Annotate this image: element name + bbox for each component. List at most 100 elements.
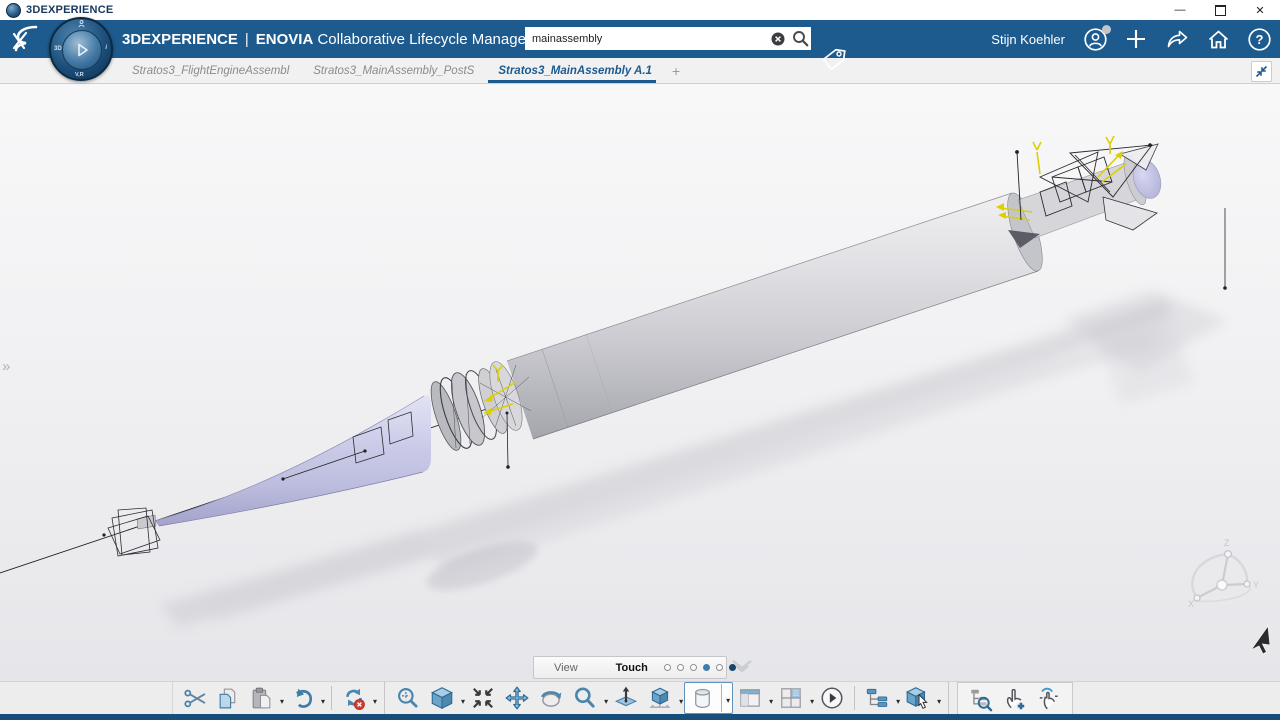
window-controls: — ✕ xyxy=(1160,0,1280,20)
pager-dot[interactable] xyxy=(729,664,736,671)
ground-shadow-dropdown-caret[interactable]: ▾ xyxy=(679,697,683,706)
3d-viewport[interactable]: » xyxy=(0,84,1280,681)
view-triad-widget[interactable]: X Y Z xyxy=(1188,538,1259,609)
pager-dot[interactable] xyxy=(716,664,723,671)
window-layout-button[interactable] xyxy=(734,684,766,712)
share-button[interactable] xyxy=(1164,26,1190,52)
nose-cone[interactable] xyxy=(137,395,431,529)
search-icon[interactable] xyxy=(789,27,811,50)
separator xyxy=(721,684,722,712)
iso-view-button[interactable] xyxy=(426,684,458,712)
render-style-selected-group: ▾ xyxy=(684,682,733,714)
paste-dropdown-caret[interactable]: ▾ xyxy=(280,697,284,706)
compass-north-icon[interactable] xyxy=(78,20,85,30)
minimize-button[interactable]: — xyxy=(1160,0,1200,20)
update-button[interactable] xyxy=(338,684,370,712)
touch-mode-label[interactable]: Touch xyxy=(616,662,648,674)
search-box xyxy=(525,27,811,50)
clear-search-icon[interactable] xyxy=(767,27,789,50)
tab-main-assembly-post[interactable]: Stratos3_MainAssembly_PostS xyxy=(301,58,486,83)
copy-button[interactable] xyxy=(213,684,244,712)
rocket-3d-model[interactable]: X Y Z xyxy=(0,84,1280,681)
separator xyxy=(331,686,332,710)
zoom-dropdown-caret[interactable]: ▾ xyxy=(604,697,608,706)
pager-dot[interactable] xyxy=(703,664,710,671)
undo-button[interactable] xyxy=(286,684,318,712)
rotate-button[interactable] xyxy=(535,684,567,712)
add-content-button[interactable] xyxy=(1123,26,1149,52)
zoom-area-button[interactable] xyxy=(392,684,424,712)
application-window: 3DEXPERIENCE — ✕ 3DEXPERIENCE | ENOVIA Col… xyxy=(0,0,1280,720)
toolbar-view-group: ▾ ▾ ▾ xyxy=(385,682,949,714)
toolbar-touch-group xyxy=(957,682,1073,714)
pager-dot[interactable] xyxy=(677,664,684,671)
product-name: ENOVIA xyxy=(256,31,314,48)
compass-east-label[interactable]: i xyxy=(105,45,107,51)
paste-button[interactable] xyxy=(246,684,277,712)
window-title: 3DEXPERIENCE xyxy=(26,4,113,16)
compass-west-label[interactable]: 3D xyxy=(54,46,62,52)
bottom-accent-strip xyxy=(0,713,1280,720)
new-tab-button[interactable]: + xyxy=(664,58,688,83)
more-commands-button[interactable] xyxy=(816,684,848,712)
pager-dot[interactable] xyxy=(690,664,697,671)
expand-tree-dropdown-caret[interactable]: ▾ xyxy=(896,697,900,706)
dassault-3ds-logo-icon[interactable] xyxy=(8,24,50,54)
notification-badge xyxy=(1102,25,1111,34)
tab-main-assembly-active[interactable]: Stratos3_MainAssembly A.1 xyxy=(486,58,664,83)
undo-dropdown-caret[interactable]: ▾ xyxy=(321,697,325,706)
app-title: 3DEXPERIENCE | ENOVIA Collaborative Lifecy… xyxy=(122,31,559,48)
expand-tree-button[interactable] xyxy=(861,684,893,712)
home-button[interactable] xyxy=(1205,26,1231,52)
touch-gestures-button[interactable] xyxy=(1033,685,1065,713)
select-in-3d-dropdown-caret[interactable]: ▾ xyxy=(937,697,941,706)
render-style-button[interactable] xyxy=(687,684,718,712)
action-toolbar: ▾ ▾ ▾ ▾ xyxy=(0,681,1280,714)
update-dropdown-caret[interactable]: ▾ xyxy=(373,697,377,706)
separator xyxy=(854,686,855,710)
content-tab-bar: Stratos3_FlightEngineAssembl Stratos3_Ma… xyxy=(0,58,1280,84)
window-layout-dropdown-caret[interactable]: ▾ xyxy=(769,697,773,706)
ground-shadow-button[interactable] xyxy=(644,684,676,712)
add-touch-button[interactable] xyxy=(999,685,1031,713)
appbar-right-cluster: Stijn Koehler ? xyxy=(991,20,1272,58)
render-style-dropdown-caret[interactable]: ▾ xyxy=(726,696,730,705)
app-bar: 3DEXPERIENCE | ENOVIA Collaborative Lifecy… xyxy=(0,20,1280,58)
zoom-button[interactable] xyxy=(569,684,601,712)
quad-view-button[interactable] xyxy=(775,684,807,712)
brand-name: 3DEXPERIENCE xyxy=(122,31,238,48)
window-titlebar: 3DEXPERIENCE — ✕ xyxy=(0,0,1280,20)
app-orb-icon xyxy=(6,3,21,18)
cut-button[interactable] xyxy=(180,684,211,712)
quad-view-dropdown-caret[interactable]: ▾ xyxy=(810,697,814,706)
search-in-tree-button[interactable] xyxy=(965,685,997,713)
title-divider: | xyxy=(245,31,249,48)
maximize-button[interactable] xyxy=(1200,0,1240,20)
search-input[interactable] xyxy=(525,27,767,50)
normal-to-button[interactable] xyxy=(610,684,642,712)
user-name[interactable]: Stijn Koehler xyxy=(991,32,1065,47)
maximize-icon xyxy=(1215,5,1226,16)
help-button[interactable]: ? xyxy=(1246,26,1272,52)
avatar[interactable] xyxy=(1082,26,1108,52)
tag-icon[interactable] xyxy=(820,46,847,73)
nose-wireframe-box xyxy=(102,508,160,556)
svg-text:Y: Y xyxy=(1253,580,1259,590)
iso-view-dropdown-caret[interactable]: ▾ xyxy=(461,697,465,706)
close-button[interactable]: ✕ xyxy=(1240,0,1280,20)
pan-button[interactable] xyxy=(501,684,533,712)
pager-dot[interactable] xyxy=(664,664,671,671)
fit-all-button[interactable] xyxy=(467,684,499,712)
collapse-fullscreen-button[interactable] xyxy=(1251,61,1272,82)
view-mode-label[interactable]: View xyxy=(554,662,578,674)
3dcompass-widget[interactable]: 3D i V,R xyxy=(49,17,113,81)
compass-play-button[interactable] xyxy=(62,30,102,70)
toolbar-pager-dots xyxy=(664,664,736,671)
svg-text:Z: Z xyxy=(1224,538,1230,548)
tabs: Stratos3_FlightEngineAssembl Stratos3_Ma… xyxy=(120,58,688,83)
select-in-3d-button[interactable] xyxy=(902,684,934,712)
toolbar-edit-group: ▾ ▾ ▾ xyxy=(172,682,385,714)
tab-flight-engine-assembly[interactable]: Stratos3_FlightEngineAssembl xyxy=(120,58,301,83)
product-suffix: Collaborative Lifecycle Management xyxy=(317,31,559,48)
compass-south-label[interactable]: V,R xyxy=(75,72,84,78)
